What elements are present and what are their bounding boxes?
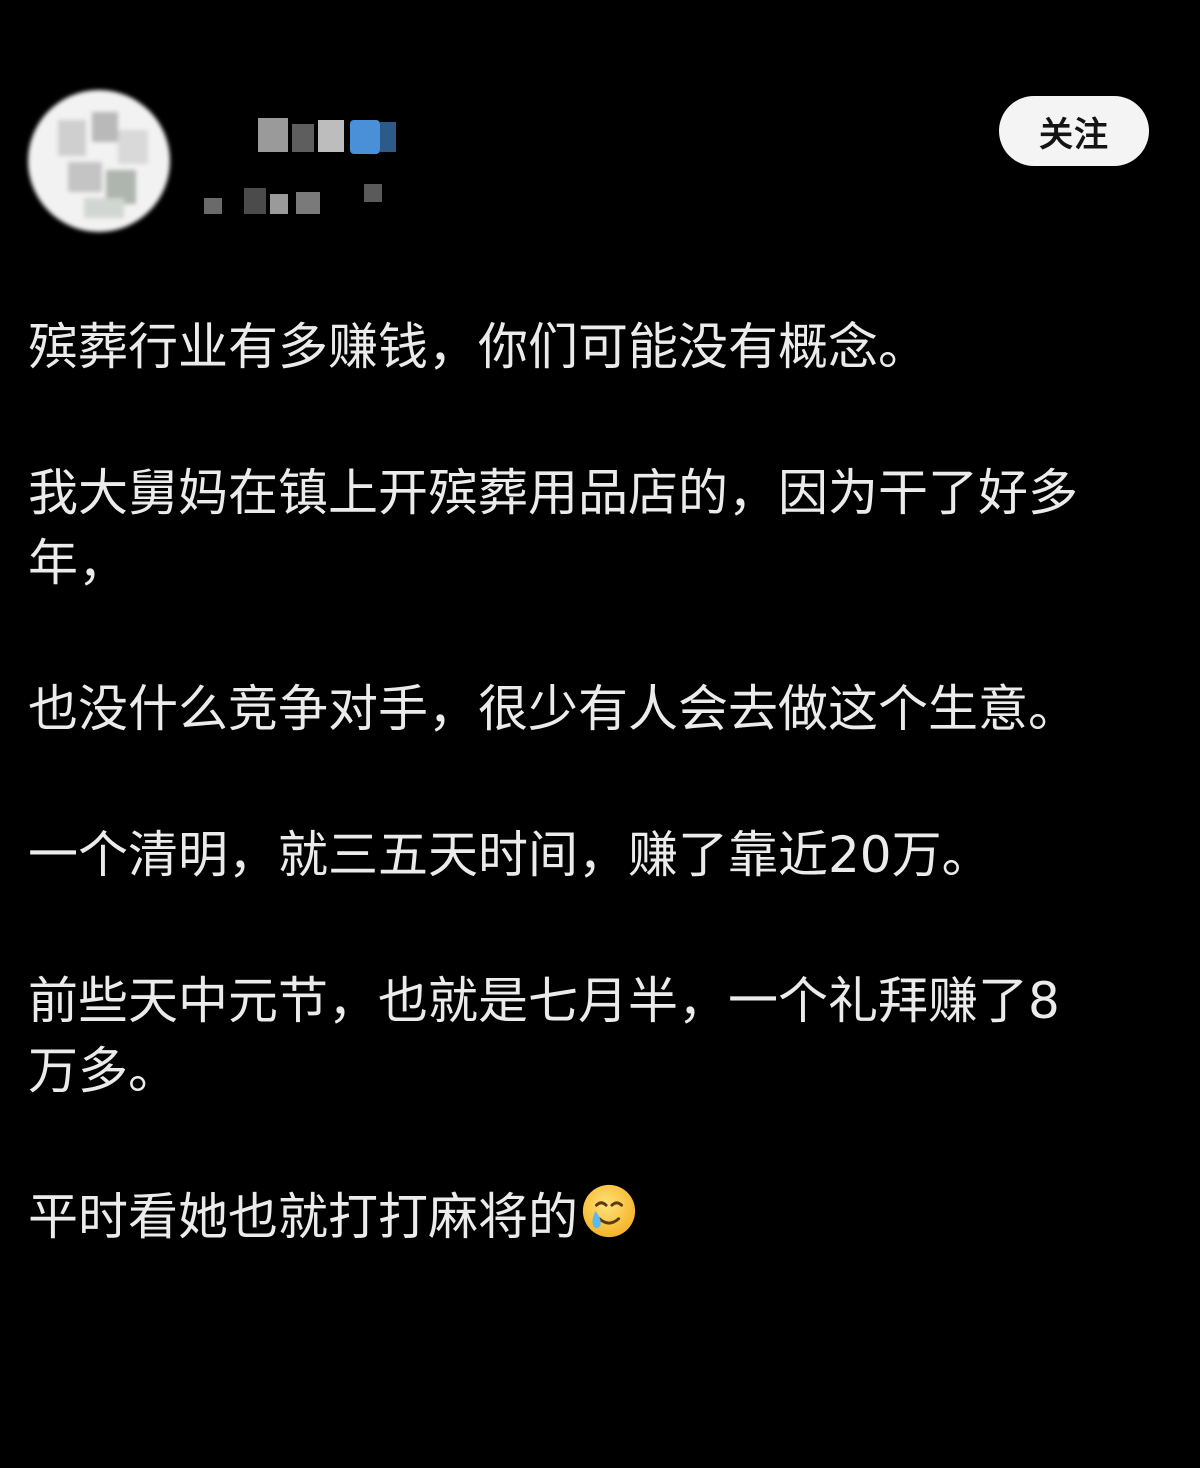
avatar-pixel — [68, 162, 102, 192]
smiling-face-with-tear-icon — [582, 1184, 636, 1238]
avatar-pixel — [84, 198, 124, 218]
avatar-pixel — [58, 120, 86, 156]
post-body: 殡葬行业有多赚钱，你们可能没有概念。 我大舅妈在镇上开殡葬用品店的，因为干了好多… — [28, 312, 1168, 1252]
avatar[interactable] — [28, 90, 170, 232]
post-meta-blurred — [204, 180, 394, 220]
post-paragraph: 我大舅妈在镇上开殡葬用品店的，因为干了好多 年， — [28, 464, 1078, 592]
follow-button[interactable]: 关注 — [999, 96, 1149, 166]
post-paragraph: 殡葬行业有多赚钱，你们可能没有概念。 — [28, 318, 928, 376]
avatar-pixel — [92, 112, 118, 142]
verified-badge-icon — [350, 120, 380, 154]
post-paragraph-text: 平时看她也就打打麻将的 — [28, 1188, 578, 1246]
post-paragraph: 前些天中元节，也就是七月半，一个礼拜赚了8 万多。 — [28, 972, 1060, 1100]
post-paragraph: 也没什么竞争对手，很少有人会去做这个生意。 — [28, 680, 1078, 738]
post-paragraph: 一个清明，就三五天时间，赚了靠近20万。 — [28, 826, 992, 884]
avatar-pixel — [118, 130, 148, 164]
post-paragraph-last: 平时看她也就打打麻将的 — [28, 1182, 1168, 1252]
post-header: 关注 — [0, 0, 1200, 260]
username-blurred[interactable] — [252, 112, 402, 156]
